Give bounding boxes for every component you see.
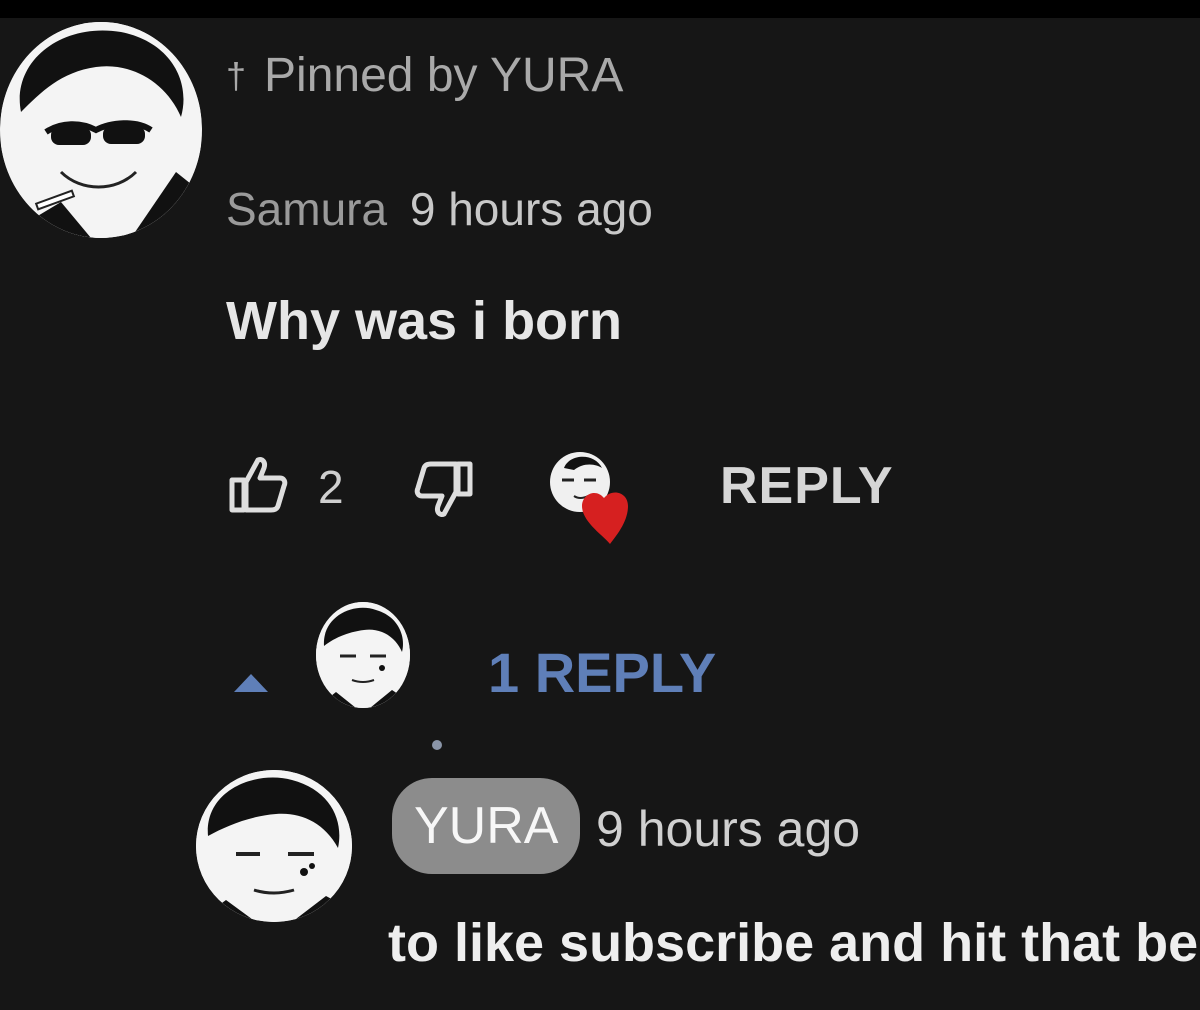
replies-toggle[interactable]: 1 REPLY bbox=[230, 600, 750, 720]
pinned-indicator: † Pinned by YURA bbox=[226, 48, 623, 103]
reply-time[interactable]: 9 hours ago bbox=[596, 800, 860, 858]
comment-header: Samura 9 hours ago bbox=[226, 182, 653, 236]
top-bar bbox=[0, 0, 1200, 18]
pin-icon: † bbox=[226, 54, 247, 96]
reply-author-badge[interactable]: YURA bbox=[392, 778, 581, 874]
thread-dot bbox=[432, 740, 442, 750]
commenter-avatar[interactable] bbox=[0, 22, 202, 238]
like-count: 2 bbox=[318, 461, 344, 513]
reply-button[interactable]: REPLY bbox=[720, 456, 894, 516]
reply-author: YURA bbox=[414, 797, 559, 855]
avatar-illustration bbox=[1, 22, 201, 238]
reply-author-avatar[interactable] bbox=[196, 770, 352, 922]
caret-up-icon bbox=[230, 672, 272, 694]
replies-count-button[interactable]: 1 REPLY bbox=[488, 640, 716, 705]
thumbs-down-icon[interactable] bbox=[412, 458, 476, 522]
comment-text: Why was i born bbox=[226, 291, 623, 351]
comment-time[interactable]: 9 hours ago bbox=[410, 183, 653, 235]
comment-author[interactable]: Samura bbox=[226, 183, 387, 235]
comment-actions: 2 REPLY bbox=[226, 452, 926, 544]
replier-avatar bbox=[316, 602, 410, 708]
thumbs-up-icon[interactable] bbox=[226, 452, 290, 516]
creator-heart-icon bbox=[544, 450, 644, 550]
pinned-label: Pinned by YURA bbox=[264, 49, 624, 102]
reply-text: to like subscribe and hit that bell bbox=[388, 913, 1200, 973]
